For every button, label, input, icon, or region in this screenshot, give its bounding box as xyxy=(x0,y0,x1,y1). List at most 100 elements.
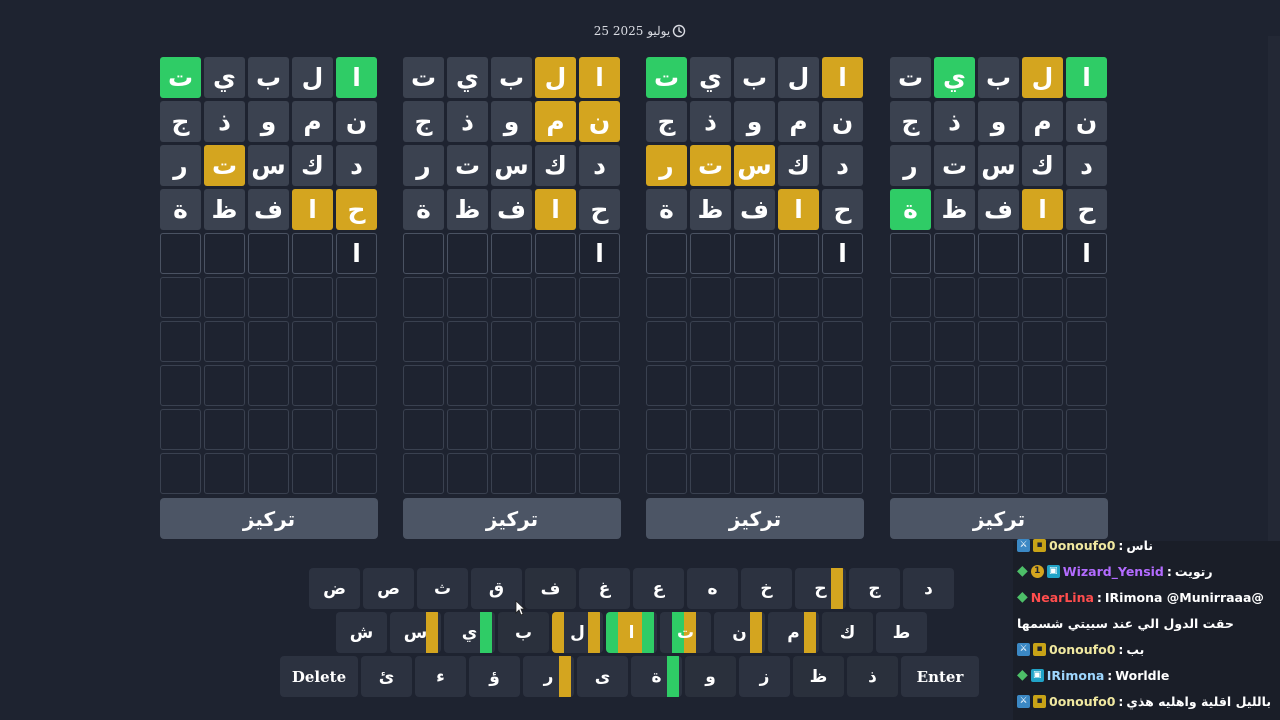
key-label: م xyxy=(787,622,800,643)
letter-key[interactable]: ظ xyxy=(793,656,844,697)
board-tile xyxy=(978,277,1019,318)
board-tile: ل xyxy=(1022,57,1063,98)
board-tile xyxy=(292,321,333,362)
board-tile xyxy=(890,365,931,406)
letter-key[interactable]: ؤ xyxy=(469,656,520,697)
letter-key[interactable]: ل xyxy=(552,612,603,653)
board-status-bar xyxy=(588,612,600,653)
board-tile xyxy=(778,277,819,318)
board-tile xyxy=(579,321,620,362)
letter-key[interactable]: ن xyxy=(714,612,765,653)
board-status-bar xyxy=(559,656,571,697)
key-label: ا xyxy=(628,622,635,643)
letter-key[interactable]: س xyxy=(390,612,441,653)
board-tile xyxy=(734,321,775,362)
board-tile xyxy=(535,409,576,450)
enter-key[interactable]: Enter xyxy=(901,656,979,697)
board-tile: ت xyxy=(403,57,444,98)
board-tile: ظ xyxy=(447,189,488,230)
letter-key[interactable]: ف xyxy=(525,568,576,609)
letter-key[interactable]: د xyxy=(903,568,954,609)
board-tile xyxy=(248,453,289,494)
board-tile: م xyxy=(535,101,576,142)
letter-key[interactable]: ذ xyxy=(847,656,898,697)
letter-key[interactable]: ر xyxy=(523,656,574,697)
board-tile: ج xyxy=(890,101,931,142)
board-tile xyxy=(646,365,687,406)
chat-text: حقت الدول الي عند سبيتي شسمها xyxy=(1017,615,1234,631)
chat-username[interactable]: IRimona xyxy=(1047,668,1105,683)
board-tile: ة xyxy=(160,189,201,230)
board-tile xyxy=(403,409,444,450)
letter-key[interactable]: ح xyxy=(795,568,846,609)
board-tile xyxy=(1022,277,1063,318)
chevron-badge-icon: ◆ xyxy=(1017,589,1028,605)
chat-separator: : xyxy=(1118,693,1124,709)
board-tile: ظ xyxy=(934,189,975,230)
letter-key[interactable]: ش xyxy=(336,612,387,653)
chat-username[interactable]: NearLina xyxy=(1031,590,1094,605)
delete-key[interactable]: Delete xyxy=(280,656,358,697)
scrollbar[interactable] xyxy=(1268,36,1280,541)
board-tile xyxy=(978,409,1019,450)
letter-key[interactable]: ا xyxy=(606,612,657,653)
board-tile xyxy=(447,321,488,362)
chat-separator: : xyxy=(1107,667,1113,683)
chat-username[interactable]: 0onoufo0 xyxy=(1049,538,1115,553)
letter-key[interactable]: ع xyxy=(633,568,684,609)
letter-key[interactable]: ئ xyxy=(361,656,412,697)
board-status-bar xyxy=(642,612,654,653)
letter-key[interactable]: ط xyxy=(876,612,927,653)
focus-button[interactable]: تركيز xyxy=(160,498,378,539)
board-tile: ك xyxy=(778,145,819,186)
letter-key[interactable]: م xyxy=(768,612,819,653)
board-tile xyxy=(734,233,775,274)
letter-key[interactable]: ب xyxy=(498,612,549,653)
board-tile xyxy=(734,409,775,450)
board-tile xyxy=(491,409,532,450)
key-label: ب xyxy=(514,622,533,643)
letter-key[interactable]: ي xyxy=(444,612,495,653)
board-tile xyxy=(822,321,863,362)
letter-key[interactable]: ى xyxy=(577,656,628,697)
board-tile: ي xyxy=(690,57,731,98)
board-1: تيبلاجذومنرتسكدةظفاحا تركيز xyxy=(160,57,378,539)
board-tile xyxy=(1066,277,1107,318)
board-tile xyxy=(1066,453,1107,494)
board-status-bar xyxy=(480,612,492,653)
focus-button[interactable]: تركيز xyxy=(646,498,864,539)
chat-username[interactable]: 0onoufo0 xyxy=(1049,642,1115,657)
letter-key[interactable]: ت xyxy=(660,612,711,653)
letter-key[interactable]: ه xyxy=(687,568,738,609)
board-tile xyxy=(934,321,975,362)
key-label: ى xyxy=(594,666,611,687)
letter-key[interactable]: ء xyxy=(415,656,466,697)
board-tile xyxy=(160,409,201,450)
letter-key[interactable]: ج xyxy=(849,568,900,609)
letter-key[interactable]: خ xyxy=(741,568,792,609)
board-tile: ج xyxy=(403,101,444,142)
vip-badge-icon: ▪ xyxy=(1033,642,1046,656)
board-tile xyxy=(292,409,333,450)
key-label: ك xyxy=(839,622,856,643)
board-tile xyxy=(978,453,1019,494)
chat-username[interactable]: 0onoufo0 xyxy=(1049,694,1115,709)
letter-key[interactable]: ض xyxy=(309,568,360,609)
focus-button[interactable]: تركيز xyxy=(890,498,1108,539)
board-status-bar xyxy=(552,612,564,653)
chat-text: @IRimona @Munirraaa xyxy=(1104,589,1264,605)
focus-button[interactable]: تركيز xyxy=(403,498,621,539)
letter-key[interactable]: غ xyxy=(579,568,630,609)
board-tile xyxy=(160,321,201,362)
letter-key[interactable]: ز xyxy=(739,656,790,697)
chat-username[interactable]: Wizard_Yensid xyxy=(1063,564,1164,579)
board-tile xyxy=(336,365,377,406)
board-tile: س xyxy=(734,145,775,186)
board-tile xyxy=(447,365,488,406)
letter-key[interactable]: ة xyxy=(631,656,682,697)
letter-key[interactable]: و xyxy=(685,656,736,697)
letter-key[interactable]: ك xyxy=(822,612,873,653)
board-tile: ا xyxy=(579,57,620,98)
letter-key[interactable]: ص xyxy=(363,568,414,609)
letter-key[interactable]: ث xyxy=(417,568,468,609)
